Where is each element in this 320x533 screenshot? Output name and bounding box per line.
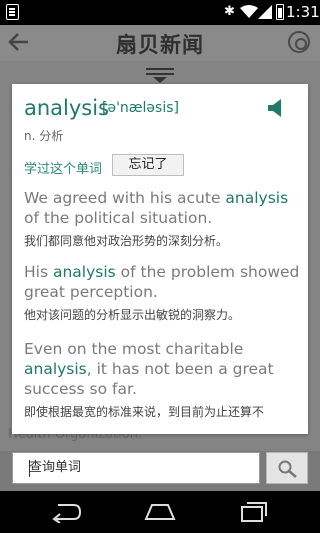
example-chinese: 我们都同意他对政治形势的深刻分析。: [24, 234, 229, 248]
example-english: Even on the most charitable analysis, it…: [24, 340, 274, 398]
signal-icon: [258, 5, 272, 19]
example-sentence: We agreed with his acute analysis of the…: [24, 188, 300, 249]
search-icon: [278, 460, 297, 478]
gear-icon[interactable]: [288, 31, 310, 53]
bluetooth-icon: ✱: [224, 4, 235, 19]
notification-icon: [6, 4, 19, 20]
page-title: 扇贝新闻: [116, 33, 204, 57]
example-highlight: analysis: [52, 263, 116, 281]
app-header: 扇贝新闻: [0, 25, 320, 61]
example-highlight: analysis: [225, 189, 289, 207]
example-chinese: 他对该问题的分析显示出敏锐的洞察力。: [24, 308, 241, 322]
example-english: We agreed with his acute analysis of the…: [24, 189, 289, 227]
example-english: His analysis of the problem showed great…: [24, 263, 300, 301]
navigation-bar: [0, 491, 320, 533]
speaker-icon[interactable]: [268, 99, 284, 117]
status-bar: ✱ 1:31: [0, 0, 320, 25]
example-highlight: analysis: [24, 360, 87, 378]
drag-handle-icon[interactable]: [144, 66, 176, 83]
word-definition-card: analysis [ə'næləsis] n. 分析 学过这个单词 忘记了 We…: [12, 84, 308, 434]
phonetic-text: [ə'næləsis]: [102, 100, 179, 116]
status-clock: 1:31: [286, 3, 320, 21]
example-chinese: 即使根据最宽的标准来说，到目前为止还算不: [24, 405, 265, 419]
forgot-button[interactable]: 忘记了: [112, 154, 184, 176]
word-title: analysis: [24, 96, 110, 120]
back-nav-icon[interactable]: [50, 501, 82, 523]
search-input[interactable]: 查询单词: [12, 452, 260, 484]
search-button[interactable]: [266, 452, 308, 484]
learn-word-link[interactable]: 学过这个单词: [24, 158, 102, 177]
battery-icon: [276, 4, 284, 20]
recent-apps-icon[interactable]: [238, 501, 270, 523]
example-sentence: Even on the most charitable analysis, it…: [24, 339, 300, 420]
home-nav-icon[interactable]: [142, 501, 178, 523]
wifi-icon: [240, 5, 258, 18]
part-of-speech: n. 分析: [24, 129, 64, 143]
example-sentence: His analysis of the problem showed great…: [24, 262, 300, 323]
